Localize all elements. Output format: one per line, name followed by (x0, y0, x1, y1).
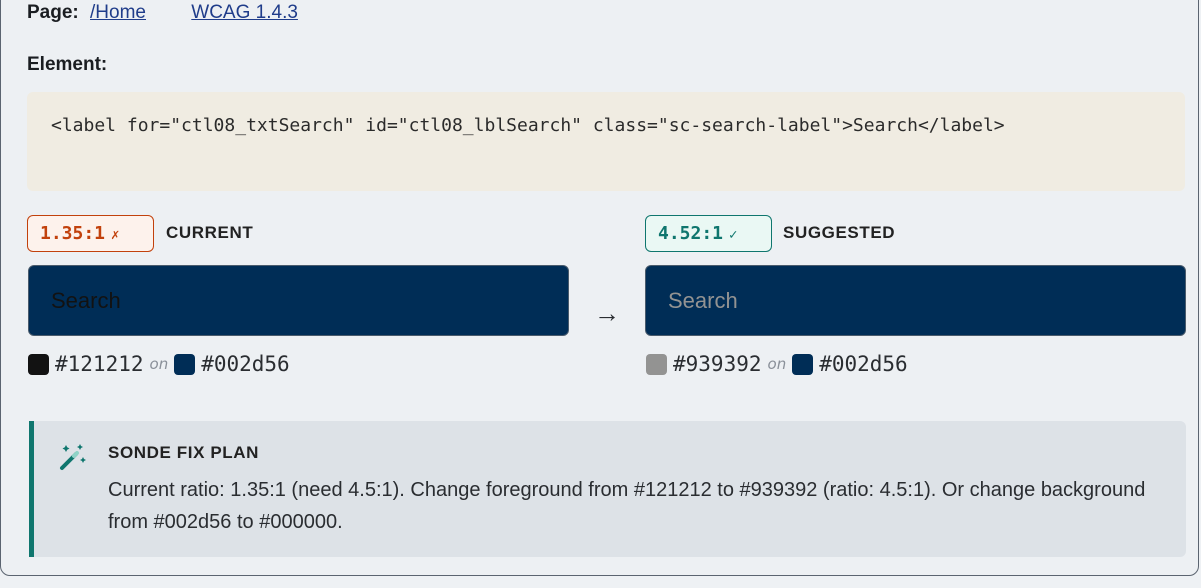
current-swatches: #121212 on #002d56 (28, 352, 290, 376)
fix-plan-body: Current ratio: 1.35:1 (need 4.5:1). Chan… (108, 479, 1146, 533)
suggested-bg-hex: #002d56 (819, 352, 908, 376)
current-fg-hex: #121212 (55, 352, 144, 376)
fix-plan-title: SONDE FIX PLAN (108, 443, 260, 462)
arrow-right-icon: → (594, 298, 620, 328)
fail-icon: ✗ (111, 227, 120, 243)
page-row: Page: /Home WCAG 1.4.3 (27, 2, 298, 24)
suggested-ratio: 4.52:1 (658, 223, 724, 244)
page-label: Page: (27, 2, 79, 23)
current-ratio-badge: 1.35:1 ✗ (27, 215, 154, 252)
current-ratio: 1.35:1 (40, 223, 106, 244)
page-path-link[interactable]: /Home (90, 2, 146, 23)
suggested-bg-swatch (792, 353, 814, 375)
magic-wand-icon (58, 441, 88, 476)
suggested-caption: SUGGESTED (783, 223, 896, 242)
current-preview-field: Search (28, 265, 569, 336)
fix-plan-callout: SONDE FIX PLAN Current ratio: 1.35:1 (ne… (29, 421, 1186, 557)
wcag-link[interactable]: WCAG 1.4.3 (191, 2, 298, 23)
pass-icon: ✓ (729, 227, 738, 243)
current-fg-swatch (28, 353, 49, 375)
suggested-swatches: #939392 on #002d56 (646, 352, 908, 376)
current-caption: CURRENT (166, 223, 254, 242)
on-text: on (149, 355, 169, 373)
suggested-fg-swatch (646, 353, 667, 375)
suggested-fg-hex: #939392 (673, 352, 762, 376)
element-code: <label for="ctl08_txtSearch" id="ctl08_l… (27, 92, 1185, 191)
suggested-preview-field: Search (645, 265, 1186, 336)
current-bg-hex: #002d56 (201, 352, 290, 376)
current-bg-swatch (174, 353, 196, 375)
suggested-ratio-badge: 4.52:1 ✓ (645, 215, 772, 252)
element-label: Element: (27, 54, 108, 75)
on-text: on (767, 355, 787, 373)
issue-card: Page: /Home WCAG 1.4.3 Element: <label f… (0, 0, 1199, 576)
